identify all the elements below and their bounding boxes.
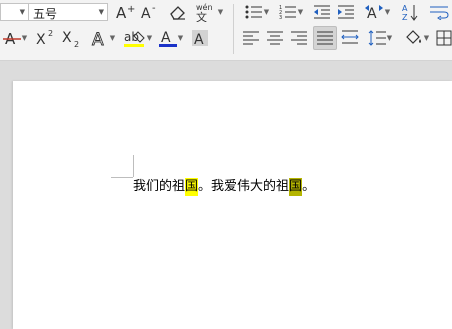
decrease-indent-button[interactable]: [311, 1, 333, 23]
line-spacing-button[interactable]: ▼: [365, 27, 395, 49]
svg-text:2: 2: [48, 29, 53, 38]
text-run: 。我爱伟大的祖: [198, 179, 290, 194]
indent-icon: [338, 5, 354, 19]
align-center-icon: [267, 31, 283, 45]
svg-text:-: -: [152, 3, 156, 14]
chevron-down-icon: ▼: [146, 34, 153, 42]
chevron-down-icon: ▼: [21, 34, 28, 42]
justify-button[interactable]: [313, 26, 337, 50]
highlighted-text-run: 国: [185, 178, 199, 196]
justify-icon: [317, 31, 333, 45]
chevron-down-icon: ▼: [217, 8, 224, 16]
subscript-icon: X2: [62, 30, 79, 48]
line-wrap-icon: [430, 6, 449, 20]
distributed-align-button[interactable]: [339, 27, 361, 49]
bullet-list-icon: [245, 5, 262, 19]
margin-corner-mark: [133, 155, 134, 177]
shrink-font-icon: A-: [141, 3, 156, 21]
text-run: 。: [302, 179, 316, 194]
shading-button[interactable]: ▼: [401, 27, 431, 49]
numbered-list-icon: 123: [279, 5, 296, 20]
pinyin-guide-button[interactable]: wén 文 ▼: [194, 1, 224, 23]
chevron-down-icon: ▼: [109, 34, 116, 42]
align-left-icon: [243, 31, 259, 45]
bullet-list-button[interactable]: ▼: [242, 1, 272, 23]
grow-font-icon: A +: [116, 4, 135, 21]
chevron-down-icon: ▼: [177, 34, 184, 42]
font-size-value: 五号: [33, 7, 58, 21]
font-color-button[interactable]: A ▼: [156, 27, 186, 49]
line-spacing-icon: [368, 30, 386, 46]
grow-font-button[interactable]: A +: [114, 1, 136, 23]
align-left-button[interactable]: [240, 27, 262, 49]
align-right-icon: [291, 31, 307, 45]
chevron-down-icon: ▼: [297, 8, 304, 16]
numbered-list-button[interactable]: 123 ▼: [276, 1, 306, 23]
font-name-dropdown[interactable]: ▼: [0, 3, 28, 21]
svg-text:Z: Z: [402, 13, 408, 21]
svg-text:A: A: [402, 4, 408, 13]
highlight-button[interactable]: ab ▼: [122, 27, 154, 49]
paint-bucket-icon: [405, 30, 421, 44]
document-paragraph[interactable]: 我们的祖国。我爱伟大的祖国。: [133, 178, 315, 196]
text-direction-button[interactable]: A ▼: [362, 1, 392, 23]
margin-corner-mark: [111, 177, 133, 178]
font-size-dropdown[interactable]: 五号 ▼: [28, 3, 108, 21]
strikethrough-button[interactable]: A ▼: [0, 27, 30, 49]
char-shading-icon: A: [192, 30, 208, 48]
line-wrap-button[interactable]: [426, 1, 452, 23]
svg-text:3: 3: [279, 15, 282, 20]
align-right-button[interactable]: [288, 27, 310, 49]
svg-text:A: A: [92, 30, 104, 48]
distributed-align-icon: [341, 30, 359, 44]
svg-text:文: 文: [196, 10, 207, 22]
pinyin-icon: wén文: [196, 2, 213, 22]
superscript-button[interactable]: X2: [34, 27, 58, 49]
highlighter-icon: ab: [123, 30, 145, 47]
chevron-down-icon: ▼: [19, 8, 25, 16]
sort-icon: AZ: [402, 4, 418, 21]
svg-text:A: A: [161, 30, 171, 46]
font-color-icon: A: [158, 30, 177, 47]
outdent-icon: [314, 5, 330, 19]
clear-format-button[interactable]: [166, 1, 188, 23]
character-shading-button[interactable]: A: [189, 27, 211, 49]
borders-button[interactable]: [436, 27, 452, 49]
text-effect-button[interactable]: A ▼: [88, 27, 118, 49]
superscript-icon: X2: [36, 29, 53, 48]
svg-text:2: 2: [74, 40, 79, 48]
separator: [233, 4, 234, 54]
chevron-down-icon: ▼: [263, 8, 270, 16]
svg-text:A: A: [116, 4, 127, 21]
text-run: 我们的祖: [133, 179, 186, 194]
svg-text:A: A: [141, 6, 151, 21]
document-page[interactable]: [13, 81, 452, 329]
sort-button[interactable]: AZ: [399, 1, 421, 23]
ribbon-toolbar: ▼ 五号 ▼ A + A- wén 文 ▼ ▼ 123 ▼ A ▼ AZ A ▼…: [0, 0, 452, 61]
svg-text:ab: ab: [124, 30, 139, 44]
svg-text:X: X: [36, 32, 46, 48]
chevron-down-icon: ▼: [386, 34, 393, 42]
svg-text:X: X: [62, 30, 72, 46]
borders-icon: [436, 30, 452, 46]
svg-text:+: +: [127, 4, 135, 15]
highlighted-text-run: 国: [289, 178, 303, 196]
text-direction-icon: A: [364, 5, 383, 21]
chevron-down-icon: ▼: [98, 8, 104, 16]
shrink-font-button[interactable]: A-: [139, 1, 161, 23]
increase-indent-button[interactable]: [335, 1, 357, 23]
svg-text:A: A: [194, 32, 204, 48]
eraser-icon: [170, 6, 185, 20]
subscript-button[interactable]: X2: [60, 27, 84, 49]
strikethrough-icon: A: [2, 30, 21, 48]
text-effect-icon: A: [91, 30, 104, 48]
chevron-down-icon: ▼: [384, 8, 391, 16]
chevron-down-icon: ▼: [423, 34, 430, 42]
align-center-button[interactable]: [264, 27, 286, 49]
